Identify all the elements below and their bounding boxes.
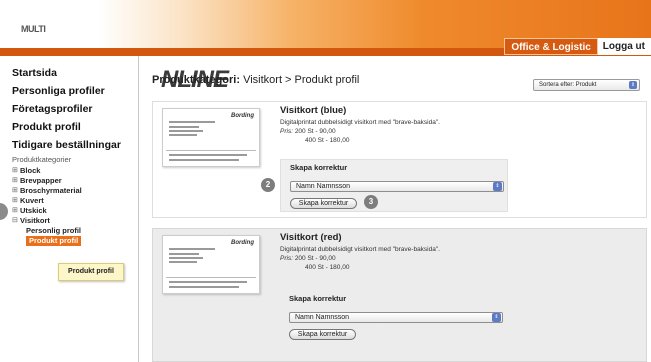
create-proof-button[interactable]: Skapa korrektur — [290, 198, 357, 209]
office-logistic-button[interactable]: Office & Logistic — [504, 38, 598, 55]
sidebar: Startsida Personliga profiler Företagspr… — [0, 56, 139, 362]
product-description: Digitalprintat dubbelsidigt visitkort me… — [280, 246, 440, 253]
expand-icon[interactable]: ⊞ — [12, 196, 20, 206]
tree-subitems: Personlig profil Produkt profil — [26, 226, 82, 246]
expand-icon[interactable]: ⊞ — [12, 176, 20, 186]
callout-badge: 3 — [364, 195, 378, 209]
proof-title: Skapa korrektur — [290, 163, 348, 172]
product-price: 400 St - 180,00 — [305, 137, 350, 144]
tree-item-visitkort[interactable]: ⊟ Visitkort — [12, 216, 82, 226]
sort-select[interactable]: Sortera efter: Produkt ⇕ — [533, 79, 640, 91]
profile-select[interactable]: Namn Namnsson ⇕ — [290, 181, 504, 192]
select-arrows-icon: ⇕ — [492, 313, 501, 322]
tree-item-broschyrmaterial[interactable]: ⊞ Broschyrmaterial — [12, 186, 82, 196]
sidebar-nav: Startsida Personliga profiler Företagspr… — [12, 64, 121, 154]
profile-select[interactable]: Namn Namnsson ⇕ — [289, 312, 503, 323]
product-card: Bording Visitkort (red) Digitalprintat d… — [152, 228, 647, 362]
callout-badge: 2 — [261, 178, 275, 192]
header: MULTI NLINE Office & Logistic Logga ut — [0, 0, 651, 93]
create-proof-button[interactable]: Skapa korrektur — [289, 329, 356, 340]
nav-personliga-profiler[interactable]: Personliga profiler — [12, 82, 121, 100]
nav-tidigare-bestallningar[interactable]: Tidigare beställningar — [12, 136, 121, 154]
product-price: Pris: 200 St - 90,00 — [280, 128, 336, 135]
tree-item-produkt-profil[interactable]: Produkt profil — [26, 236, 82, 246]
callout-marker — [0, 203, 8, 220]
product-name: Visitkort (red) — [280, 232, 342, 243]
expand-icon[interactable]: ⊞ — [12, 206, 20, 216]
tree-item-utskick[interactable]: ⊞ Utskick — [12, 206, 82, 216]
tree-item-personlig-profil[interactable]: Personlig profil — [26, 226, 82, 236]
tree-item-kuvert[interactable]: ⊞ Kuvert — [12, 196, 82, 206]
page-title: Produktkategori: Visitkort > Produkt pro… — [152, 74, 360, 86]
nav-startsida[interactable]: Startsida — [12, 64, 121, 82]
product-info: Visitkort (blue) Digitalprintat dubbelsi… — [280, 105, 440, 145]
logo[interactable]: MULTI NLINE — [21, 10, 229, 93]
expand-icon[interactable]: ⊞ — [12, 166, 20, 176]
tree-item-brevpapper[interactable]: ⊞ Brevpapper — [12, 176, 82, 186]
expand-icon[interactable]: ⊞ — [12, 186, 20, 196]
thumbnail-brand: Bording — [231, 240, 254, 246]
category-tree: ⊞ Block ⊞ Brevpapper ⊞ Broschyrmaterial ⊞ Ku… — [12, 166, 82, 246]
categories-title: Produktkategorier — [12, 155, 72, 164]
proof-title: Skapa korrektur — [289, 294, 347, 303]
tooltip: Produkt profil — [58, 263, 124, 281]
product-description: Digitalprintat dubbelsidigt visitkort me… — [280, 119, 440, 126]
header-actions: Office & Logistic Logga ut — [504, 38, 651, 55]
product-price: Pris: 200 St - 90,00 — [280, 255, 336, 262]
thumbnail-brand: Bording — [231, 113, 254, 119]
product-price: 400 St - 180,00 — [305, 264, 350, 271]
proof-panel: Skapa korrektur Namn Namnsson ⇕ Skapa ko… — [280, 291, 508, 344]
page: MULTI NLINE Office & Logistic Logga ut S… — [0, 0, 651, 362]
product-thumbnail[interactable]: Bording — [162, 235, 260, 294]
logo-prefix: MULTI — [21, 24, 46, 34]
tree-item-block[interactable]: ⊞ Block — [12, 166, 82, 176]
product-info: Visitkort (red) Digitalprintat dubbelsid… — [280, 232, 440, 272]
product-card: Bording Visitkort (blue) Digitalprintat … — [152, 101, 647, 218]
main-content: Produktkategori: Visitkort > Produkt pro… — [140, 56, 651, 362]
logout-link[interactable]: Logga ut — [597, 38, 651, 55]
select-arrows-icon: ⇕ — [493, 182, 502, 191]
collapse-icon[interactable]: ⊟ — [12, 216, 20, 226]
select-arrows-icon: ⇕ — [629, 81, 637, 89]
nav-produkt-profil[interactable]: Produkt profil — [12, 118, 121, 136]
proof-panel: Skapa korrektur Namn Namnsson ⇕ Skapa ko… — [280, 159, 508, 212]
product-name: Visitkort (blue) — [280, 105, 347, 116]
nav-foretagsprofiler[interactable]: Företagsprofiler — [12, 100, 121, 118]
product-thumbnail[interactable]: Bording — [162, 108, 260, 167]
